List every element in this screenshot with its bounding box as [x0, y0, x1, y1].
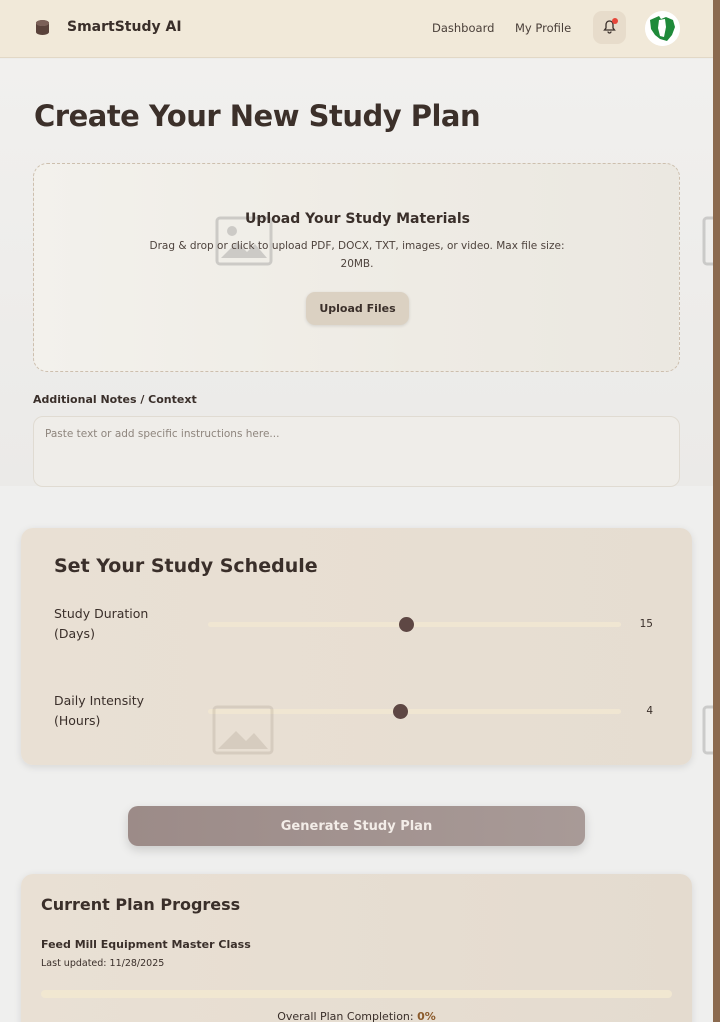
completion-text: Overall Plan Completion: 0% — [21, 1010, 692, 1022]
notification-dot — [612, 18, 618, 24]
duration-slider[interactable] — [208, 617, 621, 632]
avatar-map-image — [645, 11, 680, 46]
image-placeholder-icon — [702, 216, 720, 270]
completion-value: 0% — [417, 1010, 436, 1022]
image-placeholder-icon — [702, 705, 720, 759]
upload-title: Upload Your Study Materials — [245, 211, 470, 227]
intensity-slider-thumb[interactable] — [393, 704, 409, 719]
intensity-label: Daily Intensity (Hours) — [54, 691, 184, 731]
notes-label: Additional Notes / Context — [33, 393, 197, 406]
logo-cylinder-icon — [35, 19, 50, 40]
scrollbar-strip — [713, 0, 720, 1022]
nav-my-profile[interactable]: My Profile — [515, 21, 571, 35]
top-navbar: SmartStudy AI Dashboard My Profile — [0, 0, 713, 58]
notifications-button[interactable] — [593, 11, 626, 44]
upload-dropzone[interactable]: Upload Your Study Materials Drag & drop … — [33, 163, 680, 372]
page-title: Create Your New Study Plan — [34, 99, 481, 133]
progress-card: Current Plan Progress Feed Mill Equipmen… — [21, 874, 692, 1022]
schedule-title: Set Your Study Schedule — [54, 555, 318, 577]
duration-value: 15 — [639, 618, 653, 630]
avatar[interactable] — [645, 11, 680, 46]
duration-label-line2: (Days) — [54, 626, 95, 641]
intensity-value: 4 — [646, 705, 653, 717]
progress-bar — [41, 990, 672, 998]
duration-slider-thumb[interactable] — [399, 617, 415, 632]
nav-dashboard[interactable]: Dashboard — [432, 21, 494, 35]
image-placeholder-icon — [212, 705, 274, 759]
upload-description: Drag & drop or click to upload PDF, DOCX… — [149, 240, 565, 270]
upload-files-button[interactable]: Upload Files — [306, 292, 409, 325]
intensity-label-line2: (Hours) — [54, 713, 101, 728]
generate-study-plan-button[interactable]: Generate Study Plan — [128, 806, 585, 846]
schedule-card: Set Your Study Schedule Study Duration (… — [21, 528, 692, 765]
duration-label-line1: Study Duration — [54, 606, 149, 621]
duration-label: Study Duration (Days) — [54, 604, 184, 644]
completion-label: Overall Plan Completion: — [277, 1010, 414, 1022]
progress-title: Current Plan Progress — [41, 895, 241, 914]
intensity-label-line1: Daily Intensity — [54, 693, 145, 708]
plan-last-updated: Last updated: 11/28/2025 — [41, 958, 165, 969]
plan-name[interactable]: Feed Mill Equipment Master Class — [41, 938, 251, 951]
notes-textarea[interactable] — [33, 416, 680, 487]
brand-name[interactable]: SmartStudy AI — [67, 19, 182, 35]
